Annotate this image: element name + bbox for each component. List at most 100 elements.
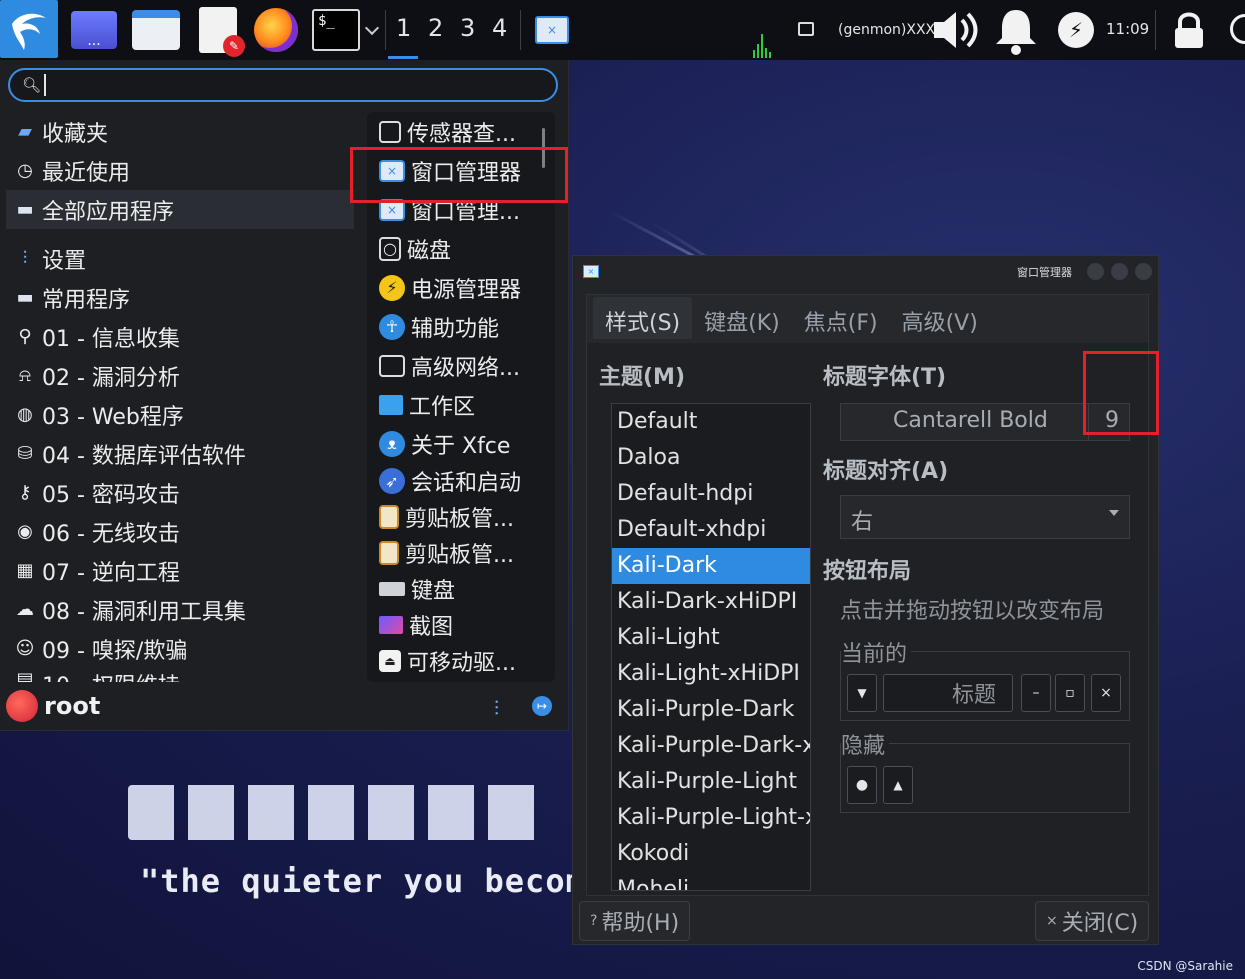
- app-label: 截图: [409, 615, 454, 640]
- app-screenshot[interactable]: 截图: [367, 607, 555, 643]
- kali-menu-button[interactable]: [0, 0, 58, 58]
- category-exploitation-tools[interactable]: ☁ 08 - 漏洞利用工具集: [6, 590, 354, 629]
- app-keyboard[interactable]: 键盘: [367, 571, 555, 607]
- show-desktop-icon[interactable]: ...: [70, 6, 118, 54]
- app-removable-drives[interactable]: ⏏ 可移动驱...: [367, 643, 555, 679]
- notification-bell-icon[interactable]: [990, 4, 1042, 60]
- volume-icon[interactable]: [930, 8, 980, 56]
- app-disks[interactable]: ○ 磁盘: [367, 229, 555, 268]
- power-manager-icon[interactable]: ⚡: [1058, 12, 1094, 48]
- eject-icon: ⏏: [379, 650, 401, 672]
- app-workspaces[interactable]: 工作区: [367, 385, 555, 424]
- close-slot[interactable]: ×: [1091, 674, 1121, 712]
- theme-item[interactable]: Default-hdpi: [612, 476, 810, 512]
- app-advanced-network[interactable]: 高级网络...: [367, 346, 555, 385]
- theme-item[interactable]: Kali-Purple-Dark-xHiDPI: [612, 728, 810, 764]
- keyboard-icon: [379, 582, 405, 596]
- category-settings[interactable]: ⫶ 设置: [6, 239, 354, 278]
- app-label: 传感器查...: [407, 121, 516, 147]
- app-label: 剪贴板管...: [405, 543, 514, 568]
- logout-icon[interactable]: [1230, 14, 1245, 44]
- theme-item[interactable]: Moheli: [612, 872, 810, 890]
- network-icon[interactable]: [798, 22, 814, 36]
- tab-style[interactable]: 样式(S): [593, 297, 693, 339]
- menu-button-slot[interactable]: ▼: [847, 674, 877, 712]
- app-session-startup[interactable]: ➶ 会话和启动: [367, 463, 555, 499]
- theme-item[interactable]: Default: [612, 404, 810, 440]
- dialog-titlebar[interactable]: × 窗口管理器: [573, 256, 1158, 286]
- app-clipboard-manager[interactable]: 剪贴板管...: [367, 499, 555, 535]
- category-sniffing-spoofing[interactable]: ☺ 09 - 嗅探/欺骗: [6, 629, 354, 668]
- category-recent[interactable]: ◷ 最近使用: [6, 151, 354, 190]
- category-usual-apps[interactable]: ▬ 常用程序: [6, 278, 354, 317]
- app-clipboard-manager-settings[interactable]: 剪贴板管...: [367, 535, 555, 571]
- workspace-3[interactable]: 3: [460, 14, 475, 42]
- category-reverse-engineering[interactable]: ▦ 07 - 逆向工程: [6, 551, 354, 590]
- app-label: 关于 Xfce: [411, 433, 511, 459]
- maximize-slot[interactable]: ▫: [1055, 674, 1085, 712]
- tab-focus[interactable]: 焦点(F): [792, 297, 890, 339]
- category-label: 10 - 权限维持: [42, 668, 180, 682]
- theme-item[interactable]: Daloa: [612, 440, 810, 476]
- app-label: 辅助功能: [411, 316, 500, 342]
- theme-item[interactable]: Kali-Light-xHiDPI: [612, 656, 810, 692]
- theme-item[interactable]: Kali-Purple-Light-xHiDPI: [612, 800, 810, 836]
- wallpaper-quote: "the quieter you become,: [140, 862, 627, 900]
- theme-item-selected[interactable]: Kali-Dark: [612, 548, 810, 584]
- category-favorites[interactable]: ▰ 收藏夹: [6, 112, 354, 151]
- theme-item[interactable]: Kali-Purple-Light: [612, 764, 810, 800]
- help-button[interactable]: ? 帮助(H): [579, 901, 691, 941]
- theme-item[interactable]: Default-xhdpi: [612, 512, 810, 548]
- close-window-button[interactable]: [1135, 263, 1152, 280]
- dialog-title: 窗口管理器: [1017, 266, 1072, 279]
- cpu-graph-icon: [752, 30, 774, 58]
- title-align-combobox[interactable]: 右: [840, 495, 1130, 539]
- workspace-1[interactable]: 1: [396, 14, 411, 42]
- app-accessibility[interactable]: ☥ 辅助功能: [367, 307, 555, 346]
- category-database[interactable]: ⛁ 04 - 数据库评估软件: [6, 434, 354, 473]
- app-label: 电源管理器: [411, 277, 522, 303]
- app-label: 键盘: [411, 579, 456, 604]
- text-editor-icon[interactable]: ✎: [194, 6, 245, 57]
- minimize-slot[interactable]: –: [1021, 674, 1051, 712]
- tab-keyboard[interactable]: 键盘(K): [692, 297, 792, 339]
- terminal-dropdown-icon[interactable]: [362, 6, 382, 54]
- close-button[interactable]: × 关闭(C): [1035, 901, 1150, 941]
- theme-item[interactable]: Kokodi: [612, 836, 810, 872]
- app-sensor-viewer[interactable]: 传感器查...: [367, 112, 555, 151]
- tab-advanced[interactable]: 高级(V): [890, 297, 990, 339]
- app-power-manager[interactable]: ⚡ 电源管理器: [367, 268, 555, 307]
- search-input[interactable]: 🔍︎: [8, 68, 558, 102]
- category-maintaining-access[interactable]: ▤ 10 - 权限维持: [6, 668, 354, 683]
- category-all-applications[interactable]: ▬ 全部应用程序: [6, 190, 354, 229]
- firefox-icon[interactable]: [252, 6, 300, 54]
- title-slot[interactable]: 标题: [883, 674, 1013, 712]
- log-out-icon[interactable]: ↦: [532, 696, 552, 716]
- settings-sliders-icon[interactable]: ⫶: [494, 696, 499, 720]
- theme-item[interactable]: Kali-Light: [612, 620, 810, 656]
- category-web-apps[interactable]: ◍ 03 - Web程序: [6, 395, 354, 434]
- category-password-attacks[interactable]: ⚷ 05 - 密码攻击: [6, 473, 354, 512]
- minimize-button[interactable]: [1087, 263, 1104, 280]
- clock[interactable]: 11:09: [1106, 20, 1149, 38]
- lock-icon[interactable]: [1172, 10, 1206, 54]
- category-label: 04 - 数据库评估软件: [42, 443, 246, 469]
- shade-button-slot[interactable]: ▲: [883, 766, 913, 804]
- terminal-icon[interactable]: $_: [312, 6, 360, 54]
- theme-item[interactable]: Kali-Purple-Dark: [612, 692, 810, 728]
- window-manager-task-icon[interactable]: ×: [528, 6, 576, 54]
- file-manager-icon[interactable]: [132, 6, 180, 54]
- workspace-4[interactable]: 4: [492, 14, 507, 42]
- category-wireless-attacks[interactable]: ◉ 06 - 无线攻击: [6, 512, 354, 551]
- watermark: CSDN @Sarahie: [1137, 959, 1233, 973]
- folder-icon: ▬: [16, 199, 34, 220]
- app-about-xfce[interactable]: ᴥ 关于 Xfce: [367, 424, 555, 463]
- category-information-gathering[interactable]: ⚲ 01 - 信息收集: [6, 317, 354, 356]
- theme-item[interactable]: Kali-Dark-xHiDPI: [612, 584, 810, 620]
- category-vulnerability-analysis[interactable]: ⍾ 02 - 漏洞分析: [6, 356, 354, 395]
- stick-button-slot[interactable]: ●: [847, 766, 877, 804]
- workspace-2[interactable]: 2: [428, 14, 443, 42]
- highlight-box-window-manager: [350, 147, 568, 203]
- theme-list[interactable]: Default Daloa Default-hdpi Default-xhdpi…: [611, 403, 811, 891]
- maximize-button[interactable]: [1111, 263, 1128, 280]
